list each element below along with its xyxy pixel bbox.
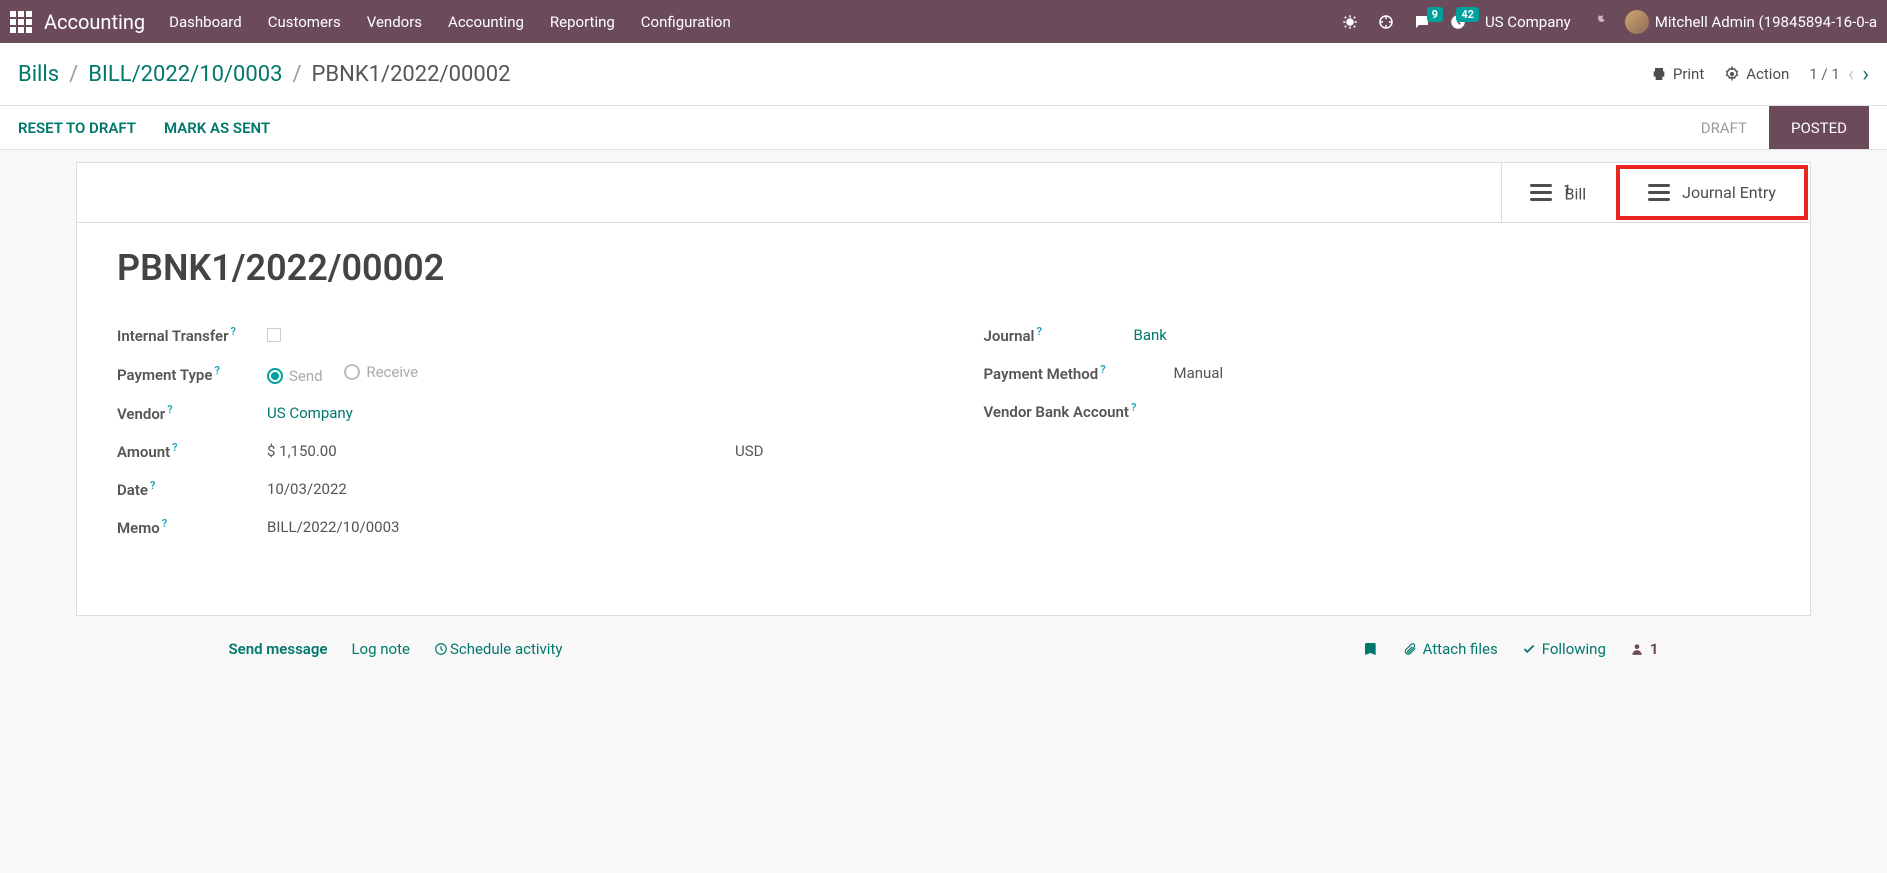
attachments-icon[interactable] bbox=[1363, 641, 1379, 657]
payment-method-label: Payment Method bbox=[984, 365, 1099, 383]
user-label: Mitchell Admin (19845894-16-0-a bbox=[1655, 13, 1877, 31]
printer-icon bbox=[1651, 66, 1667, 82]
status-flags: DRAFT POSTED bbox=[1679, 106, 1869, 149]
help-icon[interactable]: ? bbox=[231, 325, 236, 338]
journal-label: Journal bbox=[984, 327, 1035, 345]
help-icon[interactable]: ? bbox=[172, 441, 177, 454]
internal-transfer-checkbox[interactable] bbox=[267, 328, 281, 342]
payment-type-label: Payment Type bbox=[117, 366, 212, 384]
paperclip-icon bbox=[1403, 642, 1417, 656]
amount-label: Amount bbox=[117, 443, 170, 461]
payment-type-send-radio[interactable]: Send bbox=[267, 367, 323, 385]
nav-dashboard[interactable]: Dashboard bbox=[169, 13, 242, 31]
radio-icon bbox=[344, 364, 360, 380]
vendor-label: Vendor bbox=[117, 405, 165, 423]
app-title[interactable]: Accounting bbox=[44, 10, 145, 34]
payment-method-value: Manual bbox=[1174, 364, 1771, 382]
control-right: Print Action 1 / 1 ‹ › bbox=[1651, 62, 1869, 87]
record-title: PBNK1/2022/00002 bbox=[117, 247, 1770, 289]
pager: 1 / 1 ‹ › bbox=[1809, 62, 1869, 87]
journal-entry-label: Journal Entry bbox=[1682, 183, 1776, 202]
pager-prev-icon[interactable]: ‹ bbox=[1848, 62, 1855, 87]
nav-customers[interactable]: Customers bbox=[268, 13, 341, 31]
company-selector[interactable]: US Company bbox=[1485, 13, 1571, 31]
mark-sent-button[interactable]: MARK AS SENT bbox=[164, 119, 270, 137]
status-posted[interactable]: POSTED bbox=[1769, 106, 1869, 149]
amount-currency: USD bbox=[735, 442, 763, 460]
nav-reporting[interactable]: Reporting bbox=[550, 13, 615, 31]
apps-grid-icon[interactable] bbox=[10, 11, 32, 33]
amount-value: $ 1,150.00 bbox=[267, 442, 337, 460]
stat-buttons-row: 1Bill Journal Entry bbox=[77, 163, 1810, 223]
bill-label: Bill bbox=[1564, 184, 1586, 203]
action-label: Action bbox=[1746, 65, 1789, 83]
avatar bbox=[1625, 10, 1649, 34]
status-bar: RESET TO DRAFT MARK AS SENT DRAFT POSTED bbox=[0, 106, 1887, 150]
journal-value[interactable]: Bank bbox=[1134, 326, 1771, 344]
date-value: 10/03/2022 bbox=[267, 480, 904, 498]
clock-icon bbox=[434, 642, 448, 656]
followers-button[interactable]: 1 bbox=[1630, 640, 1659, 658]
following-button[interactable]: Following bbox=[1522, 640, 1606, 658]
attach-files-button[interactable]: Attach files bbox=[1403, 640, 1498, 658]
vendor-value[interactable]: US Company bbox=[267, 404, 904, 422]
help-icon[interactable]: ? bbox=[150, 479, 155, 492]
gear-icon bbox=[1724, 66, 1740, 82]
person-icon bbox=[1630, 642, 1644, 656]
check-icon bbox=[1522, 642, 1536, 656]
help-icon[interactable]: ? bbox=[1036, 325, 1041, 338]
pager-value[interactable]: 1 / 1 bbox=[1809, 65, 1840, 83]
stat-button-journal-entry[interactable]: Journal Entry bbox=[1616, 165, 1808, 220]
action-button[interactable]: Action bbox=[1724, 65, 1789, 83]
reset-draft-button[interactable]: RESET TO DRAFT bbox=[18, 119, 136, 137]
crumb-current: PBNK1/2022/00002 bbox=[312, 62, 511, 87]
print-button[interactable]: Print bbox=[1651, 65, 1704, 83]
stat-button-bill[interactable]: 1Bill bbox=[1501, 163, 1615, 222]
form-card: 1Bill Journal Entry PBNK1/2022/00002 Int… bbox=[76, 162, 1811, 616]
schedule-activity-button[interactable]: Schedule activity bbox=[434, 640, 563, 658]
bug-icon[interactable] bbox=[1341, 13, 1359, 31]
help-icon[interactable]: ? bbox=[167, 403, 172, 416]
crumb-sep: / bbox=[69, 62, 78, 87]
book-icon bbox=[1363, 641, 1379, 657]
log-note-button[interactable]: Log note bbox=[351, 640, 409, 658]
top-nav: Dashboard Customers Vendors Accounting R… bbox=[169, 13, 731, 31]
nav-vendors[interactable]: Vendors bbox=[367, 13, 422, 31]
activities-badge: 42 bbox=[1456, 7, 1479, 22]
send-message-button[interactable]: Send message bbox=[229, 640, 328, 658]
list-icon bbox=[1648, 184, 1670, 201]
vendor-bank-label: Vendor Bank Account bbox=[984, 403, 1129, 421]
help-icon[interactable]: ? bbox=[1100, 363, 1105, 376]
help-icon[interactable]: ? bbox=[214, 364, 219, 377]
messages-icon[interactable]: 9 bbox=[1413, 13, 1431, 31]
user-menu[interactable]: Mitchell Admin (19845894-16-0-a bbox=[1625, 10, 1877, 34]
nav-configuration[interactable]: Configuration bbox=[641, 13, 731, 31]
activities-icon[interactable]: 42 bbox=[1449, 13, 1467, 31]
chatter-bar: Send message Log note Schedule activity … bbox=[229, 640, 1659, 678]
top-right: 9 42 US Company Mitchell Admin (19845894… bbox=[1341, 10, 1877, 34]
list-icon bbox=[1530, 184, 1552, 201]
memo-value: BILL/2022/10/0003 bbox=[267, 518, 904, 536]
payment-type-receive-radio[interactable]: Receive bbox=[344, 363, 418, 381]
crumb-sep: / bbox=[292, 62, 301, 87]
messages-badge: 9 bbox=[1427, 7, 1443, 22]
top-navbar: Accounting Dashboard Customers Vendors A… bbox=[0, 0, 1887, 43]
status-draft[interactable]: DRAFT bbox=[1679, 106, 1769, 149]
pager-next-icon[interactable]: › bbox=[1862, 62, 1869, 87]
print-label: Print bbox=[1673, 65, 1704, 83]
support-icon[interactable] bbox=[1377, 13, 1395, 31]
internal-transfer-label: Internal Transfer bbox=[117, 327, 229, 345]
breadcrumb: Bills / BILL/2022/10/0003 / PBNK1/2022/0… bbox=[18, 62, 510, 87]
help-icon[interactable]: ? bbox=[1131, 401, 1136, 414]
crumb-bills[interactable]: Bills bbox=[18, 62, 59, 87]
control-bar: Bills / BILL/2022/10/0003 / PBNK1/2022/0… bbox=[0, 43, 1887, 106]
crumb-bill-ref[interactable]: BILL/2022/10/0003 bbox=[88, 62, 282, 87]
radio-icon bbox=[267, 368, 283, 384]
help-icon[interactable]: ? bbox=[162, 517, 167, 530]
memo-label: Memo bbox=[117, 519, 160, 537]
tools-icon[interactable] bbox=[1589, 13, 1607, 31]
date-label: Date bbox=[117, 481, 148, 499]
nav-accounting[interactable]: Accounting bbox=[448, 13, 524, 31]
